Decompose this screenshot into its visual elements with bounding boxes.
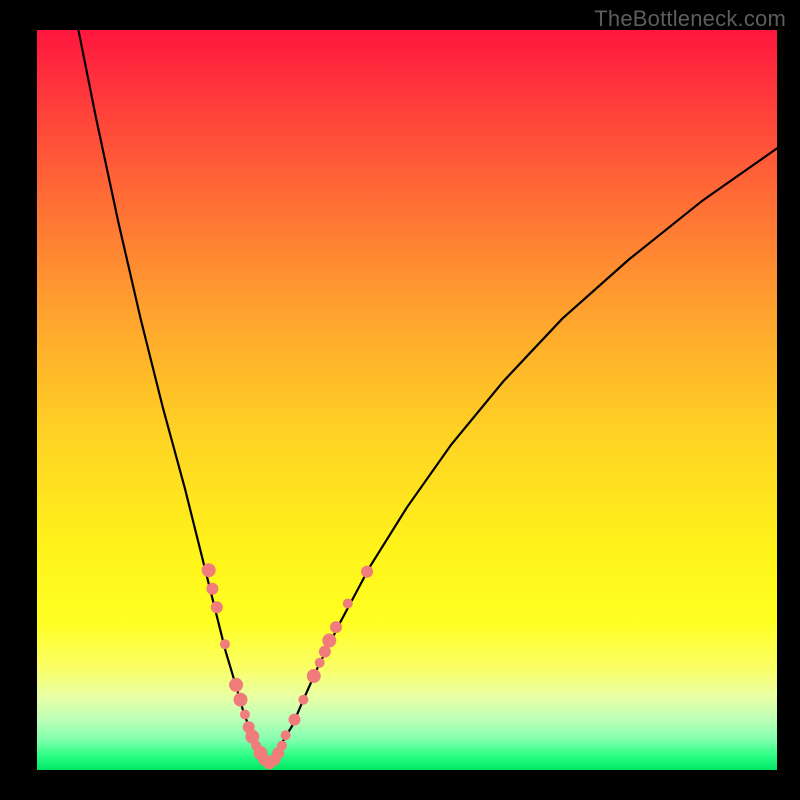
plot-area	[37, 30, 777, 770]
data-point	[307, 669, 321, 683]
data-point	[330, 621, 342, 633]
data-point	[298, 695, 308, 705]
data-point	[281, 730, 291, 740]
data-point	[206, 583, 218, 595]
data-point	[343, 599, 353, 609]
data-point	[234, 693, 248, 707]
data-point	[220, 639, 230, 649]
data-point	[202, 563, 216, 577]
curve-right-branch	[266, 148, 777, 766]
data-point	[322, 634, 336, 648]
data-point	[277, 741, 287, 751]
data-point	[315, 658, 325, 668]
data-point	[240, 710, 250, 720]
marker-group	[202, 563, 373, 769]
data-point	[211, 601, 223, 613]
curve-left-branch	[74, 8, 266, 767]
data-point	[229, 678, 243, 692]
chart-frame: TheBottleneck.com	[0, 0, 800, 800]
watermark-text: TheBottleneck.com	[594, 6, 786, 32]
data-point	[289, 714, 301, 726]
curve-svg	[37, 30, 777, 770]
data-point	[361, 566, 373, 578]
